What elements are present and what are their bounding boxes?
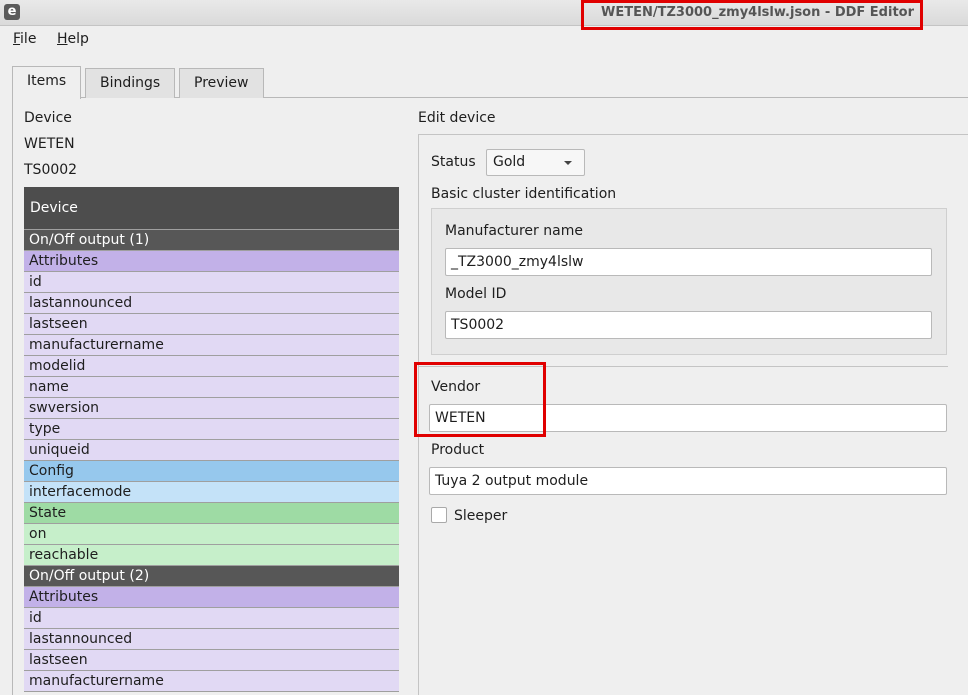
device-item-tree[interactable]: Device On/Off output (1) Attributes id lasta… [24,187,399,695]
tree-row-item-attr[interactable]: lastannounced [24,629,399,650]
device-model: TS0002 [24,162,78,178]
device-heading: Device [24,110,72,126]
tree-row-item-attr[interactable]: lastseen [24,314,399,335]
menu-help[interactable]: Help [57,31,89,47]
manufacturer-label: Manufacturer name [445,223,583,239]
tree-row-item-attr[interactable]: lastseen [24,650,399,671]
sleeper-label: Sleeper [454,508,508,524]
tree-row-subdevice[interactable]: On/Off output (1) [24,230,399,251]
tree-row-item-attr[interactable]: type [24,419,399,440]
tree-row-item-attr[interactable]: swversion [24,398,399,419]
tree-row-section-attr[interactable]: Attributes [24,587,399,608]
tree-row-item-attr[interactable]: id [24,272,399,293]
tab-bindings[interactable]: Bindings [85,68,176,98]
tree-row-item-config[interactable]: interfacemode [24,482,399,503]
tab-items[interactable]: Items [12,66,82,99]
edit-device-heading: Edit device [418,110,496,126]
status-label: Status [431,154,476,170]
app-icon: e [4,4,20,20]
device-vendor: WETEN [24,136,75,152]
basic-cluster-label: Basic cluster identification [431,186,617,202]
tree-row-section-state[interactable]: State [24,503,399,524]
tree-row-section-config[interactable]: Config [24,461,399,482]
tree-row-item-attr[interactable]: uniqueid [24,440,399,461]
product-field[interactable]: Tuya 2 output module [429,467,947,495]
model-id-field[interactable]: TS0002 [445,311,932,339]
tab-preview[interactable]: Preview [179,68,264,98]
tree-row-item-attr[interactable]: id [24,608,399,629]
menu-file[interactable]: File [13,31,36,47]
tree-row-item-attr[interactable]: name [24,377,399,398]
tree-row-item-state[interactable]: on [24,524,399,545]
model-id-label: Model ID [445,286,507,302]
tree-row-item-state[interactable]: reachable [24,545,399,566]
vendor-highlight-box [414,362,546,437]
tree-row-device[interactable]: Device [24,187,399,230]
status-value: Gold [493,154,526,170]
product-label: Product [431,442,485,458]
tree-row-subdevice[interactable]: On/Off output (2) [24,566,399,587]
tree-row-section-attr[interactable]: Attributes [24,251,399,272]
status-dropdown[interactable]: Gold [486,149,585,176]
chevron-down-icon [564,161,572,165]
menu-bar: File Help [0,26,968,54]
tree-row-item-attr[interactable]: manufacturername [24,335,399,356]
tree-row-item-attr[interactable]: lastannounced [24,293,399,314]
manufacturer-name-field[interactable]: _TZ3000_zmy4lslw [445,248,932,276]
tree-row-item-attr[interactable]: manufacturername [24,671,399,692]
sleeper-checkbox[interactable] [431,507,447,523]
tree-row-item-attr[interactable]: modelid [24,356,399,377]
